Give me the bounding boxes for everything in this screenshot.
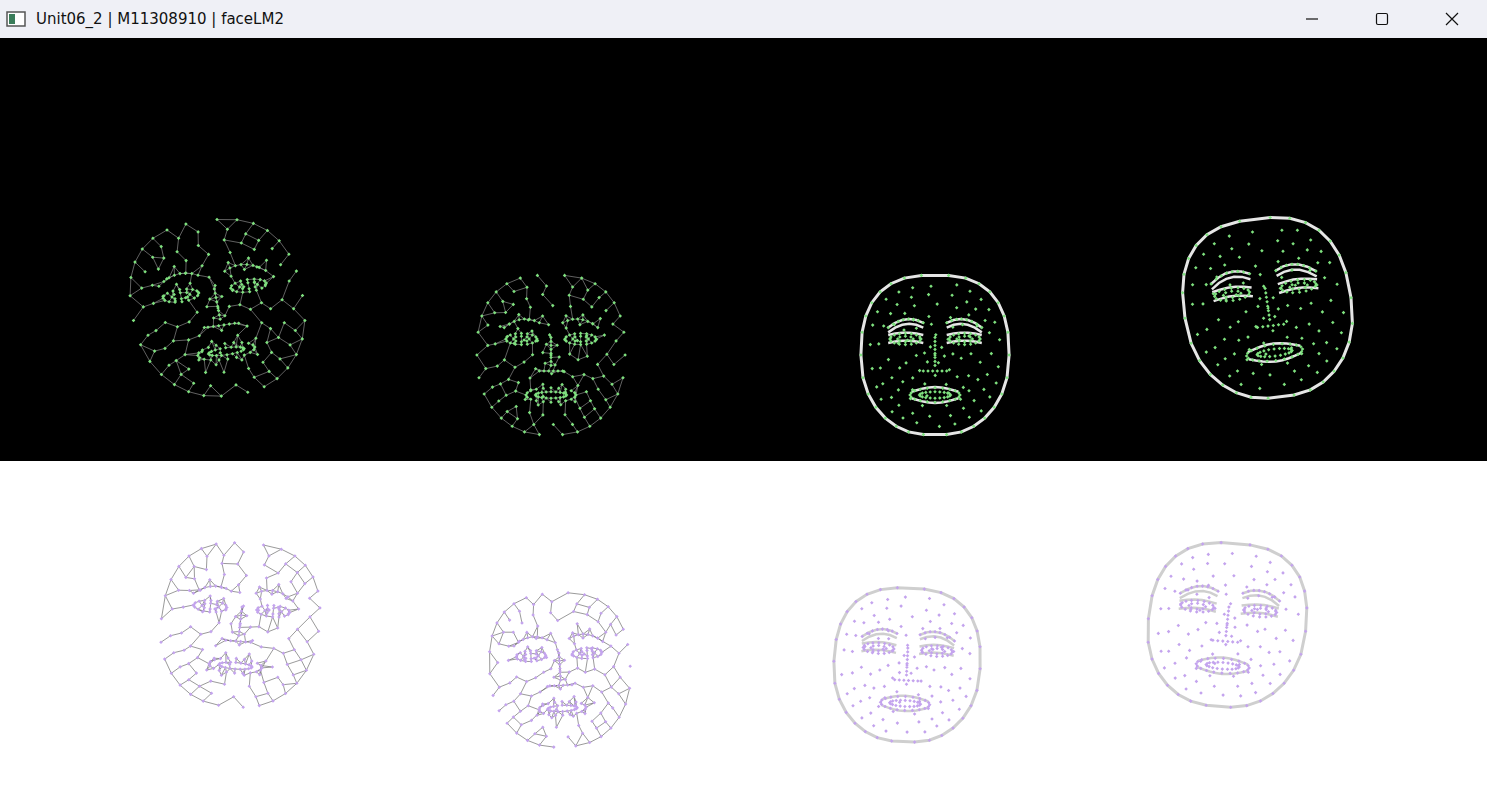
face-landmarks: [128, 218, 306, 398]
landmark-points: [128, 218, 306, 398]
canvas-panel: [0, 38, 1487, 461]
landmark-points: [159, 541, 322, 709]
maximize-button[interactable]: [1347, 0, 1417, 38]
close-button[interactable]: [1417, 0, 1487, 38]
face-landmarks: [1146, 541, 1308, 709]
face-canvas: [0, 38, 1487, 461]
landmark-points: [488, 591, 632, 749]
landmark-points: [832, 586, 982, 744]
minimize-icon: [1304, 11, 1320, 27]
close-icon: [1444, 11, 1460, 27]
face-landmarks: [159, 541, 322, 709]
landmark-points: [475, 274, 627, 437]
face-landmarks: [1181, 216, 1354, 400]
app-icon: [6, 9, 26, 29]
landmark-points: [1146, 541, 1308, 709]
title-bar: Unit06_2 | M11308910 | faceLM2: [0, 0, 1487, 38]
landmark-points: [859, 274, 1011, 437]
window-title: Unit06_2 | M11308910 | faceLM2: [36, 10, 1277, 28]
landmark-points: [1181, 216, 1354, 400]
minimize-button[interactable]: [1277, 0, 1347, 38]
face-landmarks: [475, 274, 627, 437]
feature-lines: [861, 629, 954, 711]
face-landmarks: [832, 586, 982, 744]
maximize-icon: [1374, 11, 1390, 27]
face-landmarks: [859, 274, 1011, 437]
face-canvas: [0, 461, 1487, 794]
canvas-panel: [0, 461, 1487, 794]
face-landmarks: [488, 591, 632, 749]
